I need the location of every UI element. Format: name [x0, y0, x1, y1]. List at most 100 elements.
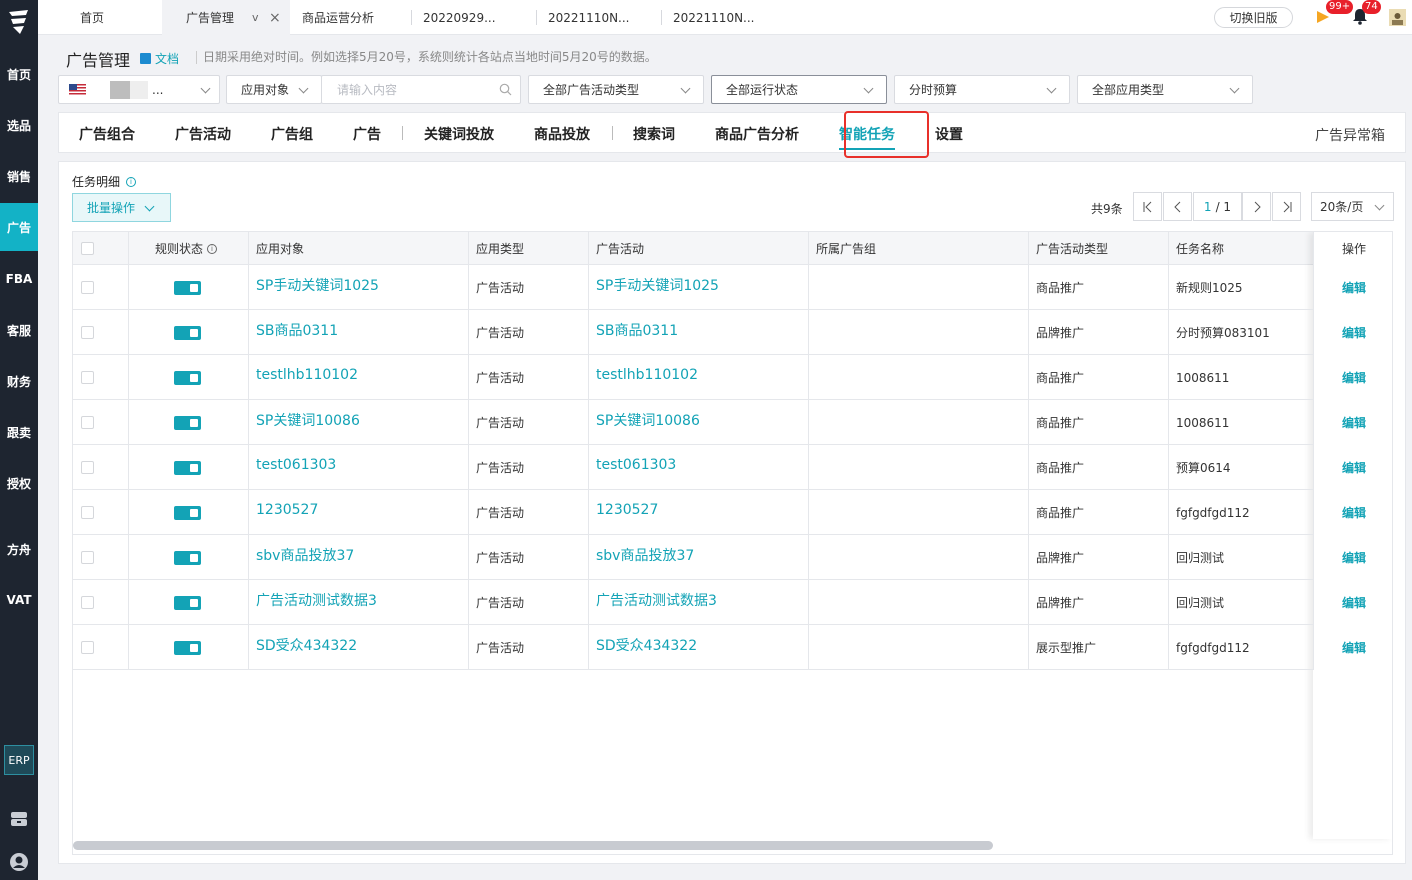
campaign-link[interactable]: testlhb110102 [596, 355, 698, 395]
sidebar-item-follow[interactable]: 跟卖 [0, 408, 38, 456]
prev-page-button[interactable] [1163, 192, 1192, 221]
edit-button[interactable]: 编辑 [1342, 445, 1366, 490]
tab-ad-group[interactable]: 广告组 [271, 113, 313, 154]
first-page-button[interactable] [1133, 192, 1162, 221]
tab-product-targeting[interactable]: 商品投放 [534, 113, 590, 154]
tab-20221110-a[interactable]: 20221110N... [537, 0, 661, 35]
info-icon[interactable]: i [207, 243, 218, 254]
apply-target-link[interactable]: test061303 [256, 445, 336, 485]
rule-status-toggle[interactable] [174, 415, 201, 430]
tab-20220929[interactable]: 20220929... [412, 0, 536, 35]
tab-product-analysis[interactable]: 商品运营分析 [290, 0, 412, 35]
store-select[interactable]: ... [58, 75, 220, 104]
info-icon[interactable]: i [126, 176, 137, 187]
tab-keyword-targeting[interactable]: 关键词投放 [424, 113, 494, 154]
campaign-link[interactable]: SD受众434322 [596, 625, 697, 665]
rule-status-toggle[interactable] [174, 595, 201, 610]
campaign-link[interactable]: 1230527 [596, 490, 658, 530]
edit-button[interactable]: 编辑 [1342, 535, 1366, 580]
sidebar-item-ark[interactable]: 方舟 [0, 525, 38, 573]
next-page-button[interactable] [1242, 192, 1271, 221]
select-all-checkbox[interactable] [81, 242, 94, 255]
doc-link[interactable]: 文档 [140, 50, 179, 67]
rule-status-toggle[interactable] [174, 505, 201, 520]
campaign-link[interactable]: SB商品0311 [596, 310, 678, 350]
campaign-link[interactable]: sbv商品投放37 [596, 535, 694, 575]
edit-button[interactable]: 编辑 [1342, 400, 1366, 445]
rule-status-toggle[interactable] [174, 640, 201, 655]
edit-button[interactable]: 编辑 [1342, 580, 1366, 625]
sidebar-item-auth[interactable]: 授权 [0, 459, 38, 507]
apply-target-link[interactable]: 广告活动测试数据3 [256, 580, 377, 620]
apply-target-link[interactable]: SB商品0311 [256, 310, 338, 350]
last-page-button[interactable] [1272, 192, 1301, 221]
sidebar-item-selection[interactable]: 选品 [0, 101, 38, 149]
row-checkbox[interactable] [81, 506, 94, 519]
tab-portfolio[interactable]: 广告组合 [79, 113, 135, 154]
row-checkbox[interactable] [81, 461, 94, 474]
row-checkbox[interactable] [81, 326, 94, 339]
tab-search-term[interactable]: 搜索词 [633, 113, 675, 154]
apply-target-select[interactable]: 应用对象 [226, 75, 322, 104]
sidebar-item-ads[interactable]: 广告 [0, 203, 38, 251]
horizontal-scrollbar[interactable] [73, 841, 993, 850]
user-circle-icon[interactable] [8, 851, 30, 873]
apply-target-link[interactable]: SP关键词10086 [256, 400, 360, 440]
rule-status-toggle[interactable] [174, 460, 201, 475]
sidebar-item-fba[interactable]: FBA [0, 255, 38, 303]
row-checkbox[interactable] [81, 416, 94, 429]
row-checkbox[interactable] [81, 371, 94, 384]
apply-target-link[interactable]: SP手动关键词1025 [256, 265, 379, 305]
avatar[interactable] [1389, 9, 1406, 26]
tab-20221110-b[interactable]: 20221110N... [662, 0, 786, 35]
campaign-link[interactable]: test061303 [596, 445, 676, 485]
edit-button[interactable]: 编辑 [1342, 625, 1366, 670]
tab-settings[interactable]: 设置 [935, 113, 963, 154]
campaign-link[interactable]: SP手动关键词1025 [596, 265, 719, 305]
search-icon[interactable] [499, 83, 512, 96]
edit-button[interactable]: 编辑 [1342, 355, 1366, 400]
erp-button[interactable]: ERP [4, 745, 34, 775]
tab-campaign[interactable]: 广告活动 [175, 113, 231, 154]
apply-target-link[interactable]: sbv商品投放37 [256, 535, 354, 575]
apply-type-select[interactable]: 全部应用类型 [1077, 75, 1253, 104]
switch-old-version-button[interactable]: 切换旧版 [1214, 7, 1293, 28]
campaign-link[interactable]: 广告活动测试数据3 [596, 580, 717, 620]
page-size-select[interactable]: 20条/页 [1311, 192, 1394, 221]
edit-button[interactable]: 编辑 [1342, 490, 1366, 535]
tab-ad-management[interactable]: 广告管理 v × [162, 0, 290, 35]
apply-target-link[interactable]: SD受众434322 [256, 625, 357, 665]
edit-button[interactable]: 编辑 [1342, 265, 1366, 310]
apply-target-link[interactable]: testlhb110102 [256, 355, 358, 395]
tab-product-ad-analysis[interactable]: 商品广告分析 [715, 113, 799, 154]
sidebar-item-service[interactable]: 客服 [0, 306, 38, 354]
rule-status-toggle[interactable] [174, 280, 201, 295]
tab-home[interactable]: 首页 [38, 0, 162, 35]
page-indicator[interactable]: 1 / 1 [1193, 192, 1242, 221]
budget-select[interactable]: 分时预算 [894, 75, 1070, 104]
rule-status-toggle[interactable] [174, 325, 201, 340]
rule-status-toggle[interactable] [174, 370, 201, 385]
search-input[interactable]: 请输入内容 [321, 75, 521, 104]
chevron-down-icon[interactable]: v [252, 11, 259, 24]
apply-target-link[interactable]: 1230527 [256, 490, 318, 530]
close-icon[interactable]: × [269, 10, 281, 26]
abnormal-box-link[interactable]: 广告异常箱 [1315, 125, 1385, 145]
row-checkbox[interactable] [81, 281, 94, 294]
row-checkbox[interactable] [81, 596, 94, 609]
sidebar-item-home[interactable]: 首页 [0, 50, 38, 98]
run-status-select[interactable]: 全部运行状态 [711, 75, 887, 104]
row-checkbox[interactable] [81, 551, 94, 564]
campaign-type-select[interactable]: 全部广告活动类型 [528, 75, 704, 104]
row-checkbox[interactable] [81, 641, 94, 654]
sidebar-item-finance[interactable]: 财务 [0, 357, 38, 405]
sidebar-item-vat[interactable]: VAT [0, 576, 38, 624]
shop-icon[interactable] [8, 808, 30, 830]
batch-operation-button[interactable]: 批量操作 [72, 193, 171, 222]
sidebar-item-sales[interactable]: 销售 [0, 152, 38, 200]
tab-ad[interactable]: 广告 [353, 113, 381, 154]
logo-icon[interactable] [6, 8, 32, 36]
edit-button[interactable]: 编辑 [1342, 310, 1366, 355]
campaign-link[interactable]: SP关键词10086 [596, 400, 700, 440]
rule-status-toggle[interactable] [174, 550, 201, 565]
